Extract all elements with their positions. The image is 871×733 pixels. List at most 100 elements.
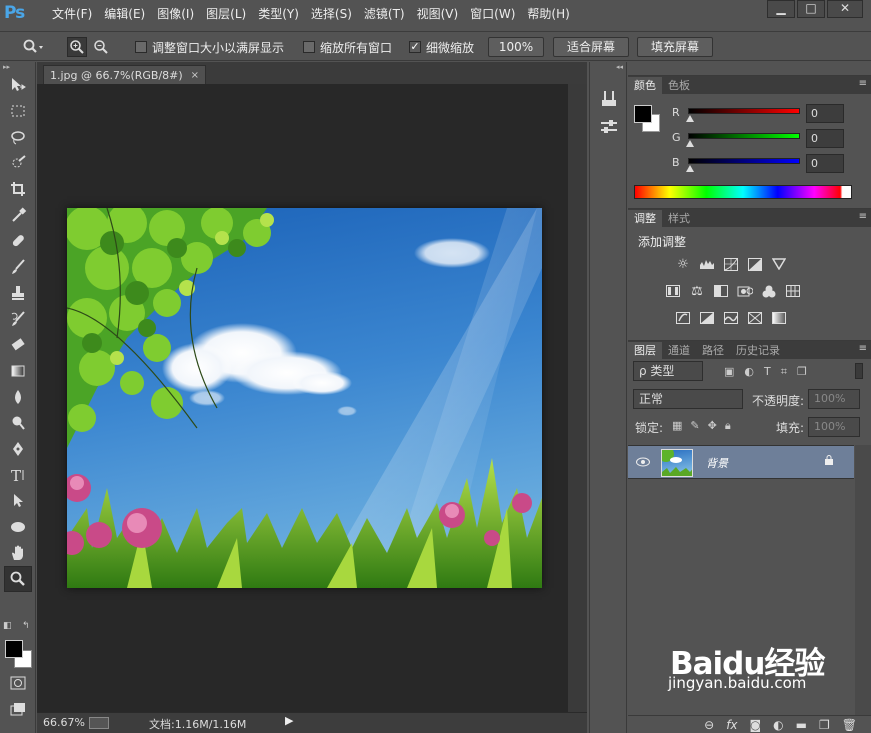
menu-view[interactable]: 视图(V) bbox=[411, 0, 465, 30]
scrubby-zoom-option[interactable]: ✓ 细微缩放 bbox=[409, 32, 474, 62]
layers-scrollbar[interactable] bbox=[855, 445, 871, 715]
filter-adjustment-icon[interactable]: ◐ bbox=[744, 365, 754, 379]
levels-icon[interactable] bbox=[698, 256, 716, 272]
menu-filter[interactable]: 滤镜(T) bbox=[358, 0, 411, 30]
tab-channels[interactable]: 通道 bbox=[662, 342, 696, 359]
filter-shape-icon[interactable]: ⌗ bbox=[781, 365, 787, 379]
panel-strip-collapse-icon[interactable]: ◂◂ bbox=[590, 62, 626, 72]
default-colors-icon[interactable]: ◧ bbox=[3, 621, 12, 631]
fit-screen-button[interactable]: 适合屏幕 bbox=[553, 37, 629, 57]
filter-type-icon[interactable]: T bbox=[764, 365, 771, 379]
close-button[interactable]: ✕ bbox=[827, 0, 863, 18]
lock-all-icon[interactable]: 🔒︎ bbox=[725, 419, 731, 433]
status-zoom[interactable]: 66.67% bbox=[43, 716, 85, 729]
document-tab[interactable]: 1.jpg @ 66.7%(RGB/8#) × bbox=[43, 65, 207, 84]
menu-window[interactable]: 窗口(W) bbox=[464, 0, 521, 30]
slider-r[interactable]: R 0 bbox=[672, 104, 862, 124]
vertical-scrollbar[interactable] bbox=[568, 84, 587, 712]
vibrance-icon[interactable] bbox=[770, 256, 788, 272]
eraser-tool-icon[interactable] bbox=[4, 332, 32, 358]
image-canvas[interactable] bbox=[67, 208, 542, 588]
zoom-all-checkbox[interactable] bbox=[303, 41, 315, 53]
tab-layers[interactable]: 图层 bbox=[628, 342, 662, 359]
layer-row[interactable]: 背景 bbox=[628, 445, 854, 479]
history-brush-tool-icon[interactable] bbox=[4, 306, 32, 332]
tab-styles[interactable]: 样式 bbox=[662, 210, 696, 227]
color-lookup-icon[interactable] bbox=[784, 283, 802, 299]
resize-windows-option[interactable]: 调整窗口大小以满屏显示 bbox=[135, 32, 284, 62]
opacity-input[interactable]: 100% bbox=[808, 389, 860, 409]
swap-colors-icon[interactable]: ↰ bbox=[22, 621, 30, 631]
slider-g-value[interactable]: 0 bbox=[806, 129, 844, 148]
eyedropper-tool-icon[interactable] bbox=[4, 202, 32, 228]
visibility-eye-icon[interactable] bbox=[636, 457, 650, 467]
foreground-color-swatch[interactable] bbox=[5, 640, 23, 658]
quick-select-tool-icon[interactable] bbox=[4, 150, 32, 176]
slider-b-value[interactable]: 0 bbox=[806, 154, 844, 173]
panel-menu-icon[interactable]: ≡ bbox=[859, 211, 867, 222]
marquee-tool-icon[interactable] bbox=[4, 98, 32, 124]
menu-edit[interactable]: 编辑(E) bbox=[98, 0, 151, 30]
link-layers-icon[interactable]: ⊖ bbox=[704, 718, 714, 732]
layer-filter-kind-select[interactable]: ρ 类型 bbox=[633, 361, 703, 381]
black-white-icon[interactable] bbox=[712, 283, 730, 299]
fill-screen-button[interactable]: 填充屏幕 bbox=[637, 37, 713, 57]
lock-position-icon[interactable]: ✥ bbox=[708, 419, 717, 433]
add-mask-icon[interactable]: ◙ bbox=[750, 718, 762, 732]
close-tab-icon[interactable]: × bbox=[191, 70, 199, 81]
maximize-button[interactable]: □ bbox=[797, 0, 825, 18]
menu-layer[interactable]: 图层(L) bbox=[200, 0, 252, 30]
fill-input[interactable]: 100% bbox=[808, 417, 860, 437]
menu-help[interactable]: 帮助(H) bbox=[521, 0, 575, 30]
healing-brush-tool-icon[interactable] bbox=[4, 228, 32, 254]
layer-name[interactable]: 背景 bbox=[706, 455, 728, 471]
lock-pixels-icon[interactable]: ✎ bbox=[690, 419, 699, 433]
tab-adjustments[interactable]: 调整 bbox=[628, 210, 662, 227]
panel-menu-icon[interactable]: ≡ bbox=[859, 78, 867, 89]
new-group-icon[interactable]: ▬ bbox=[796, 718, 807, 732]
blur-tool-icon[interactable] bbox=[4, 384, 32, 410]
new-layer-icon[interactable]: ❐ bbox=[819, 718, 830, 732]
screen-mode-icon[interactable] bbox=[4, 696, 32, 722]
actual-pixels-button[interactable]: 100% bbox=[488, 37, 544, 57]
curves-icon[interactable] bbox=[722, 256, 740, 272]
gradient-tool-icon[interactable] bbox=[4, 358, 32, 384]
tab-paths[interactable]: 路径 bbox=[696, 342, 730, 359]
zoom-out-icon[interactable] bbox=[91, 37, 111, 57]
zoom-in-icon[interactable] bbox=[67, 37, 87, 57]
path-select-tool-icon[interactable] bbox=[4, 488, 32, 514]
new-adjustment-layer-icon[interactable]: ◐ bbox=[773, 718, 783, 732]
filter-pixel-icon[interactable]: ▣ bbox=[724, 365, 734, 379]
menu-image[interactable]: 图像(I) bbox=[151, 0, 200, 30]
hue-saturation-icon[interactable] bbox=[664, 283, 682, 299]
resize-windows-checkbox[interactable] bbox=[135, 41, 147, 53]
tab-swatches[interactable]: 色板 bbox=[662, 77, 696, 94]
lasso-tool-icon[interactable] bbox=[4, 124, 32, 150]
move-tool-icon[interactable] bbox=[4, 72, 32, 98]
color-fg-swatch[interactable] bbox=[634, 105, 652, 123]
slider-b[interactable]: B 0 bbox=[672, 154, 862, 174]
threshold-icon[interactable] bbox=[722, 310, 740, 326]
slider-g-thumb[interactable] bbox=[686, 140, 694, 147]
slider-r-track[interactable] bbox=[688, 108, 800, 114]
brightness-contrast-icon[interactable]: ☼ bbox=[674, 256, 692, 272]
tool-presets-icon[interactable] bbox=[599, 117, 619, 140]
slider-g-track[interactable] bbox=[688, 133, 800, 139]
layer-filter-toggle[interactable] bbox=[855, 363, 863, 379]
ellipse-tool-icon[interactable] bbox=[4, 514, 32, 540]
toolbox-collapse-icon[interactable]: ▸▸ bbox=[0, 62, 35, 72]
slider-b-thumb[interactable] bbox=[686, 165, 694, 172]
scrubby-zoom-checkbox[interactable]: ✓ bbox=[409, 41, 421, 53]
minimize-button[interactable]: ▁ bbox=[767, 0, 795, 18]
dodge-tool-icon[interactable] bbox=[4, 410, 32, 436]
delete-layer-icon[interactable]: 🗑︎ bbox=[842, 718, 857, 732]
gradient-map-icon[interactable] bbox=[770, 310, 788, 326]
type-tool-icon[interactable]: T bbox=[4, 462, 32, 488]
slider-b-track[interactable] bbox=[688, 158, 800, 164]
menu-file[interactable]: 文件(F) bbox=[46, 0, 98, 30]
hand-tool-icon[interactable] bbox=[4, 540, 32, 566]
pen-tool-icon[interactable] bbox=[4, 436, 32, 462]
status-menu-arrow[interactable]: ▶ bbox=[285, 714, 293, 727]
menu-select[interactable]: 选择(S) bbox=[305, 0, 358, 30]
zoom-tool-preset[interactable] bbox=[22, 32, 44, 62]
